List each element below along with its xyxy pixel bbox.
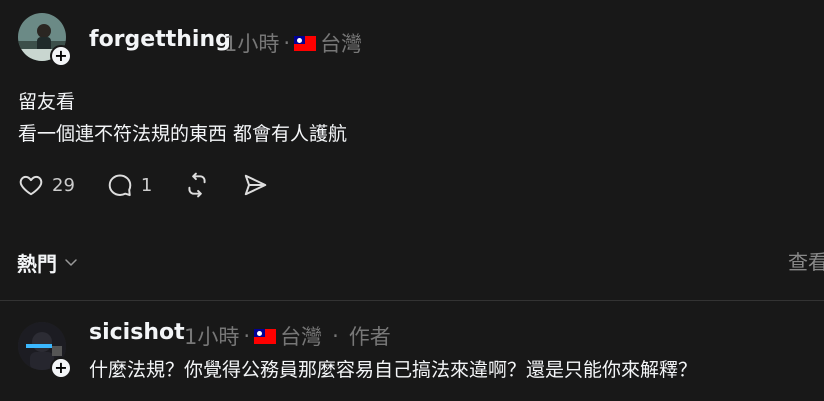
follow-plus-icon[interactable]: +: [50, 45, 72, 67]
post-body-line-2: 看一個連不符法規的東西 都會有人護航: [18, 123, 348, 145]
sort-dropdown[interactable]: 熱門: [17, 248, 79, 277]
share-button[interactable]: [242, 172, 268, 198]
post-location: 台灣: [320, 32, 363, 56]
taiwan-flag-icon: [254, 328, 277, 344]
post-username[interactable]: forgetthing: [89, 27, 231, 52]
send-icon: [242, 172, 268, 198]
reply-meta: 1小時 · 台灣 · 作者: [184, 321, 391, 351]
speech-bubble-icon: [107, 172, 133, 198]
replies-header: 熱門 查看: [0, 232, 824, 301]
reply-time: 1小時: [184, 325, 240, 349]
like-button[interactable]: 29: [18, 172, 75, 198]
view-activity-link[interactable]: 查看: [788, 246, 824, 275]
reply-follow-plus-icon[interactable]: +: [50, 357, 72, 379]
comment-button[interactable]: 1: [107, 172, 152, 198]
post-actions: 29 1: [18, 172, 300, 198]
reply-location: 台灣: [280, 325, 323, 349]
post-body-line-1: 留友看: [18, 91, 76, 113]
reply-body: 什麼法規？你覺得公務員那麼容易自己搞法來違啊？還是只能你來解釋？: [89, 359, 698, 381]
like-count: 29: [52, 174, 75, 196]
taiwan-flag-icon: [294, 35, 317, 51]
sort-label: 熱門: [17, 252, 57, 276]
repost-button[interactable]: [184, 172, 210, 198]
heart-icon: [18, 172, 44, 198]
author-tag: 作者: [348, 325, 391, 349]
chevron-down-icon: [63, 251, 79, 275]
post-time: 1小時: [224, 32, 280, 56]
repost-icon: [184, 172, 210, 198]
meta-separator: ·: [332, 324, 339, 348]
reply-username[interactable]: sicishot: [89, 320, 185, 345]
meta-separator: ·: [243, 324, 251, 348]
post-meta: 1小時 · 台灣: [224, 28, 362, 58]
meta-separator: ·: [283, 31, 291, 55]
comment-count: 1: [140, 174, 153, 196]
